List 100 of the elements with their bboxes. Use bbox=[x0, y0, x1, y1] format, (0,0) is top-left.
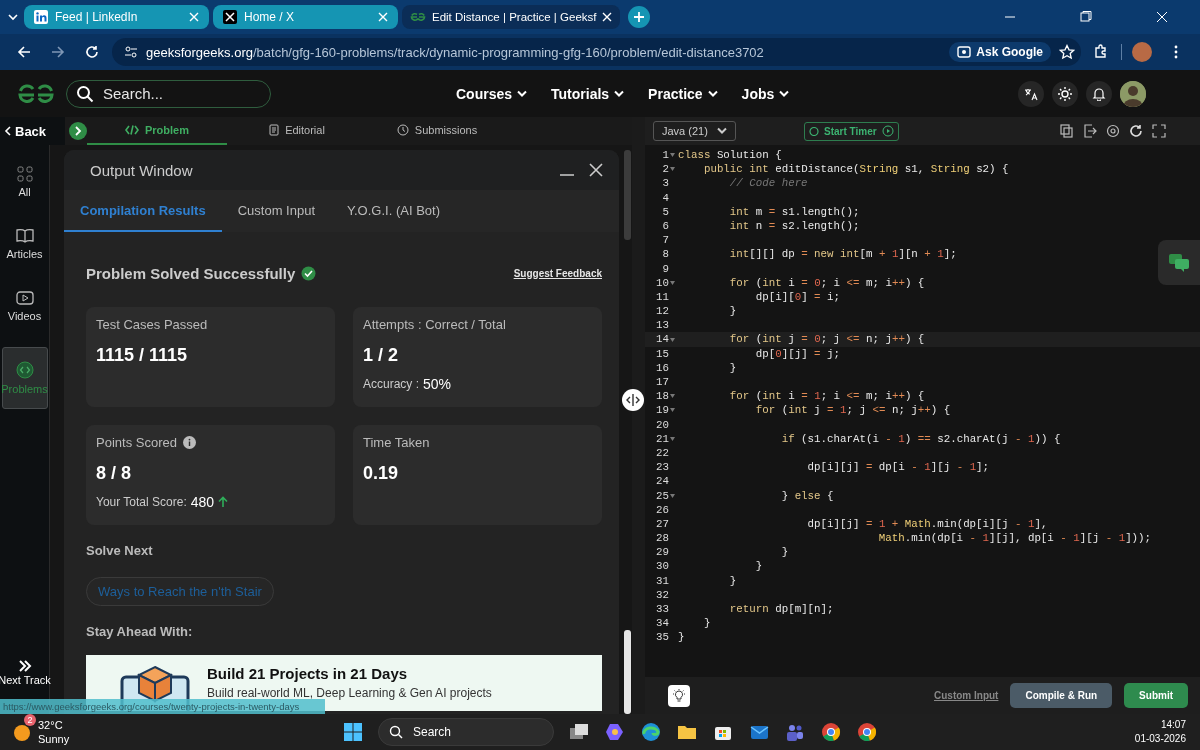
edge-browser-icon[interactable] bbox=[640, 721, 662, 743]
menu-icon[interactable] bbox=[1174, 45, 1178, 59]
taskbar-search[interactable]: Search bbox=[378, 718, 554, 746]
chrome-browser-icon[interactable] bbox=[856, 721, 878, 743]
code-line: } bbox=[702, 616, 711, 631]
nav-menu-button[interactable]: Tutorials bbox=[543, 81, 633, 106]
gfg-logo-icon[interactable] bbox=[16, 83, 56, 104]
fold-icon[interactable] bbox=[670, 153, 675, 158]
reload-icon[interactable] bbox=[85, 45, 99, 59]
back-button[interactable]: Back bbox=[0, 117, 65, 145]
start-timer-button[interactable]: Start Timer bbox=[804, 121, 899, 141]
code-line: } bbox=[728, 304, 737, 319]
plus-icon bbox=[633, 11, 646, 23]
next-track-button[interactable]: Next Track bbox=[0, 660, 51, 686]
line-number: 8 bbox=[661, 247, 669, 262]
copilot-icon[interactable] bbox=[604, 721, 626, 743]
hint-button[interactable] bbox=[668, 684, 690, 707]
star-icon[interactable] bbox=[1059, 44, 1075, 60]
windows-start-icon[interactable] bbox=[342, 721, 364, 743]
chat-bubbles-icon bbox=[1168, 252, 1190, 273]
temperature: 32°C bbox=[38, 718, 64, 732]
stat-label: Test Cases Passed bbox=[96, 317, 208, 332]
stat-label: Points Scored bbox=[96, 435, 177, 450]
double-chevron-icon bbox=[17, 660, 32, 672]
fold-icon[interactable] bbox=[670, 436, 675, 441]
theme-toggle-button[interactable] bbox=[1052, 80, 1078, 107]
code-line: for (int i = 0; i <= m; i++) { bbox=[728, 275, 925, 290]
nav-menu-button[interactable]: Courses bbox=[448, 81, 536, 106]
custom-input-link[interactable]: Custom Input bbox=[934, 690, 999, 701]
lens-icon bbox=[957, 45, 972, 59]
search-field[interactable]: Search... bbox=[66, 79, 271, 108]
code-line: Math.min(dp[i - 1][j], dp[i - 1][j - 1])); bbox=[877, 531, 1152, 546]
chat-button[interactable] bbox=[1158, 240, 1200, 285]
line-number: 34 bbox=[655, 616, 669, 631]
line-number: 26 bbox=[655, 502, 669, 517]
fullscreen-icon[interactable] bbox=[1152, 124, 1166, 138]
stat-value: 0.19 bbox=[363, 463, 400, 484]
nav-menu-button[interactable]: Practice bbox=[640, 81, 726, 106]
settings-icon[interactable] bbox=[1106, 124, 1120, 138]
problem-tab[interactable]: Editorial bbox=[227, 117, 367, 145]
sidebar-item[interactable]: All bbox=[1, 161, 48, 203]
nav-menu-button[interactable]: Jobs bbox=[733, 81, 798, 106]
document-icon bbox=[269, 124, 280, 136]
line-number: 32 bbox=[655, 587, 669, 602]
language-dropdown[interactable]: Java (21) bbox=[653, 121, 736, 141]
reset-icon[interactable] bbox=[1129, 124, 1143, 138]
problem-tab[interactable]: Submissions bbox=[367, 117, 507, 145]
site-settings-icon[interactable] bbox=[124, 45, 138, 59]
output-tab[interactable]: Y.O.G.I. (AI Bot) bbox=[331, 190, 456, 232]
info-icon[interactable] bbox=[182, 436, 196, 449]
caret-icon bbox=[517, 89, 528, 98]
x-logo-icon bbox=[223, 10, 237, 24]
stat-label: Time Taken bbox=[363, 435, 430, 450]
note-label: Accuracy : bbox=[363, 377, 419, 391]
fold-icon[interactable] bbox=[670, 408, 675, 413]
promo-title: Build 21 Projects in 21 Days bbox=[207, 665, 409, 682]
clock-date: 01-03-2026 bbox=[1134, 732, 1186, 746]
avatar[interactable] bbox=[1132, 42, 1152, 62]
note-label: Your Total Score: bbox=[96, 495, 187, 509]
line-number: 4 bbox=[661, 190, 669, 205]
translate-button[interactable] bbox=[1018, 80, 1044, 107]
copy-icon[interactable] bbox=[1060, 124, 1074, 138]
sidebar-item[interactable]: Articles bbox=[1, 223, 48, 265]
scrollbar-thumb[interactable] bbox=[624, 150, 631, 240]
browser-tab[interactable]: Feed | LinkedIn bbox=[24, 5, 209, 29]
output-tab[interactable]: Compilation Results bbox=[64, 190, 222, 232]
close-icon[interactable] bbox=[589, 163, 603, 177]
new-tab-button[interactable] bbox=[628, 6, 651, 28]
output-tab[interactable]: Custom Input bbox=[221, 190, 331, 232]
browser-tab[interactable]: Home / X bbox=[213, 5, 398, 29]
line-number: 27 bbox=[655, 516, 669, 532]
fold-icon[interactable] bbox=[670, 493, 675, 498]
extensions-icon[interactable] bbox=[1093, 44, 1109, 60]
scrollbar-thumb[interactable] bbox=[624, 630, 631, 714]
sidebar-item[interactable]: Videos bbox=[1, 285, 48, 327]
address-bar[interactable]: geeksforgeeks.org/batch/gfg-160-problems/track/dynamic-programming-gfg-160/problem/edit-distance3702 Ask Google bbox=[112, 38, 1081, 66]
code-icon bbox=[125, 125, 139, 135]
splitter-bar[interactable] bbox=[632, 117, 645, 714]
fold-icon[interactable] bbox=[670, 394, 675, 399]
back-arrow-icon[interactable] bbox=[17, 45, 31, 59]
avatar[interactable] bbox=[1120, 80, 1146, 107]
code-line: } bbox=[728, 360, 737, 375]
forward-arrow-icon[interactable] bbox=[51, 45, 65, 59]
chrome-browser-icon[interactable] bbox=[820, 721, 842, 743]
fold-icon[interactable] bbox=[670, 280, 675, 285]
stat-value: 1115 / 1115 bbox=[96, 345, 189, 366]
expand-button[interactable] bbox=[69, 122, 87, 140]
caret-icon bbox=[614, 89, 625, 98]
problem-tab[interactable]: Problem bbox=[87, 117, 227, 145]
fold-icon[interactable] bbox=[670, 337, 675, 342]
compile-run-button[interactable]: Compile & Run bbox=[1010, 683, 1113, 708]
line-number: 29 bbox=[655, 545, 669, 560]
fold-icon[interactable] bbox=[670, 167, 675, 172]
export-icon[interactable] bbox=[1083, 124, 1097, 138]
notifications-button[interactable] bbox=[1086, 80, 1112, 107]
submit-button[interactable]: Submit bbox=[1124, 683, 1188, 708]
browser-tab[interactable]: Edit Distance | Practice | Geeksf bbox=[402, 5, 621, 29]
line-number: 31 bbox=[655, 573, 669, 588]
ask-google-button[interactable]: Ask Google bbox=[949, 42, 1051, 62]
feedback-link[interactable]: Suggest Feedback bbox=[513, 267, 602, 279]
